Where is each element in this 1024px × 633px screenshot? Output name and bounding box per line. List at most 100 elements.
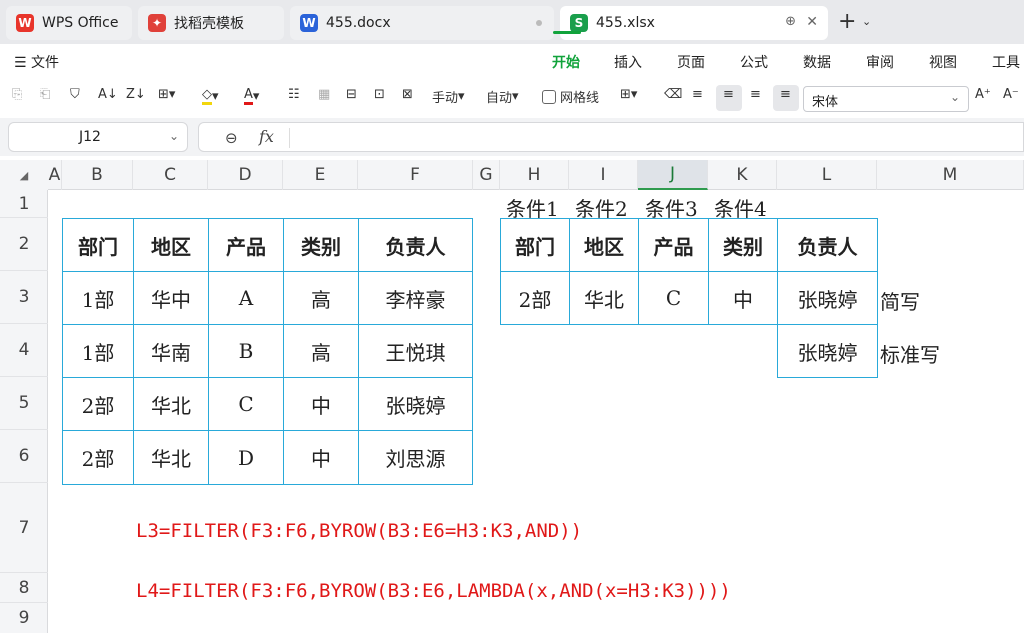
col-header-c[interactable]: C [133,160,208,190]
formula-input[interactable]: ⊖ fx [198,122,1024,152]
col-header-m[interactable]: M [877,160,1024,190]
filter-icon[interactable]: ⛉ [70,87,80,102]
font-family-select[interactable]: 宋体 ⌄ [803,86,969,112]
row-header-8[interactable]: 8 [0,573,48,603]
borders-icon[interactable]: ⊞▾ [158,87,175,102]
new-tab-icon[interactable]: + [838,9,856,34]
share-icon[interactable]: ⊕ [785,14,796,29]
increase-font-icon[interactable]: A⁺ [975,87,991,102]
close-tab-icon[interactable]: ✕ [806,14,818,30]
left-header-product[interactable]: 产品 [208,218,284,272]
left-header-category[interactable]: 类别 [283,218,359,272]
sort-desc-icon[interactable]: Z↓ [126,87,146,102]
row-header-2[interactable]: 2 [0,218,48,271]
col-header-h[interactable]: H [500,160,569,190]
chevron-down-icon[interactable]: ⌄ [169,129,179,143]
zoom-search-icon[interactable]: ⊖ [225,129,238,147]
tab-data[interactable]: 数据 [803,52,831,72]
tab-wps-office[interactable]: W WPS Office [6,6,132,40]
right-header-owner[interactable]: 负责人 [777,218,878,272]
gridlines-toggle[interactable]: 网格线 [542,87,599,106]
right-header-product[interactable]: 产品 [638,218,709,272]
tab-view[interactable]: 视图 [929,52,957,72]
table-cell[interactable]: 高 [283,324,359,378]
align-left-icon[interactable]: ≡ [692,87,703,102]
note-standard-form[interactable]: 标准写 [880,339,940,368]
table-cell[interactable]: 中 [283,430,359,485]
right-header-category[interactable]: 类别 [708,218,778,272]
clipboard-icon[interactable]: ⎗ [40,87,50,102]
tab-455-docx[interactable]: W 455.docx [290,6,554,40]
table-cell[interactable]: C [638,271,709,325]
row-col-icon[interactable]: ⊟ [346,87,357,102]
row-header-9[interactable]: 9 [0,603,48,633]
decrease-font-icon[interactable]: A⁻ [1003,87,1019,102]
tab-tools[interactable]: 工具 [992,52,1020,72]
left-header-dept[interactable]: 部门 [62,218,134,272]
right-header-dept[interactable]: 部门 [500,218,570,272]
table-cell[interactable]: 1部 [62,271,134,325]
table-cell[interactable]: 华北 [133,377,209,431]
col-header-g[interactable]: G [473,160,500,190]
table-cell[interactable]: 张晓婷 [358,377,473,431]
note-short-form[interactable]: 简写 [880,286,920,315]
col-header-i[interactable]: I [569,160,638,190]
table-cell[interactable]: 华北 [133,430,209,485]
col-header-b[interactable]: B [62,160,133,190]
freeze-icon[interactable]: ⊡ [374,87,385,102]
manual-button[interactable]: 手动 ▾ [432,87,465,106]
table-cell[interactable]: B [208,324,284,378]
fill-color-icon[interactable]: ◇ ▾ [202,87,219,105]
table-cell[interactable]: 刘思源 [358,430,473,485]
col-header-l[interactable]: L [777,160,877,190]
tab-review[interactable]: 审阅 [866,52,894,72]
checkbox[interactable] [542,89,556,104]
tab-page[interactable]: 页面 [677,52,705,72]
file-menu[interactable]: ☰ 文件 [14,52,59,72]
table-cell[interactable]: 1部 [62,324,134,378]
tab-docer-templates[interactable]: ✦ 找稻壳模板 [138,6,284,40]
sort-asc-icon[interactable]: A↓ [98,87,118,102]
table-cell[interactable]: D [208,430,284,485]
left-header-owner[interactable]: 负责人 [358,218,473,272]
name-box[interactable]: J12 ⌄ [8,122,188,152]
fit-icon[interactable]: ⊠ [402,87,413,102]
table-cell[interactable]: 华北 [569,271,639,325]
chevron-down-icon[interactable]: ⌄ [862,15,871,28]
function-icon[interactable]: fx [259,127,274,146]
table-cell[interactable]: 2部 [62,377,134,431]
font-color-icon[interactable]: A ▾ [244,87,259,105]
table-cell[interactable]: C [208,377,284,431]
table-cell[interactable]: 中 [708,271,778,325]
col-header-e[interactable]: E [283,160,358,190]
row-header-6[interactable]: 6 [0,430,48,483]
table-cell[interactable]: 华中 [133,271,209,325]
table-cell[interactable]: 2部 [62,430,134,485]
sheet-grid[interactable]: 条件1 条件2 条件3 条件4 部门 地区 产品 类别 负责人 1部 华中 A … [48,190,1024,633]
table-cell[interactable]: 王悦琪 [358,324,473,378]
right-header-region[interactable]: 地区 [569,218,639,272]
select-all-corner[interactable]: ◢ [0,160,48,190]
col-header-d[interactable]: D [208,160,283,190]
merge-icon[interactable]: ▦ [318,87,330,102]
clear-format-icon[interactable]: ⌫ [664,87,682,102]
conditional-format-icon[interactable]: ⊞▾ [620,87,637,102]
row-header-1[interactable]: 1 [0,190,48,218]
col-header-k[interactable]: K [708,160,777,190]
result-cell-l3[interactable]: 张晓婷 [777,271,878,325]
table-cell[interactable]: 李梓豪 [358,271,473,325]
wrap-icon[interactable]: ☷ [288,87,300,102]
paste-format-icon[interactable]: ⎘ [12,87,22,102]
formula-text-l3[interactable]: L3=FILTER(F3:F6,BYROW(B3:E6=H3:K3,AND)) [136,520,582,542]
tab-formulas[interactable]: 公式 [740,52,768,72]
table-cell[interactable]: A [208,271,284,325]
col-header-j[interactable]: J [638,160,708,190]
row-header-5[interactable]: 5 [0,377,48,430]
row-header-4[interactable]: 4 [0,324,48,377]
left-header-region[interactable]: 地区 [133,218,209,272]
result-cell-l4[interactable]: 张晓婷 [777,324,878,378]
auto-button[interactable]: 自动 ▾ [486,87,519,106]
tab-455-xlsx[interactable]: S 455.xlsx ⊕ ✕ [560,6,828,40]
table-cell[interactable]: 华南 [133,324,209,378]
table-cell[interactable]: 高 [283,271,359,325]
